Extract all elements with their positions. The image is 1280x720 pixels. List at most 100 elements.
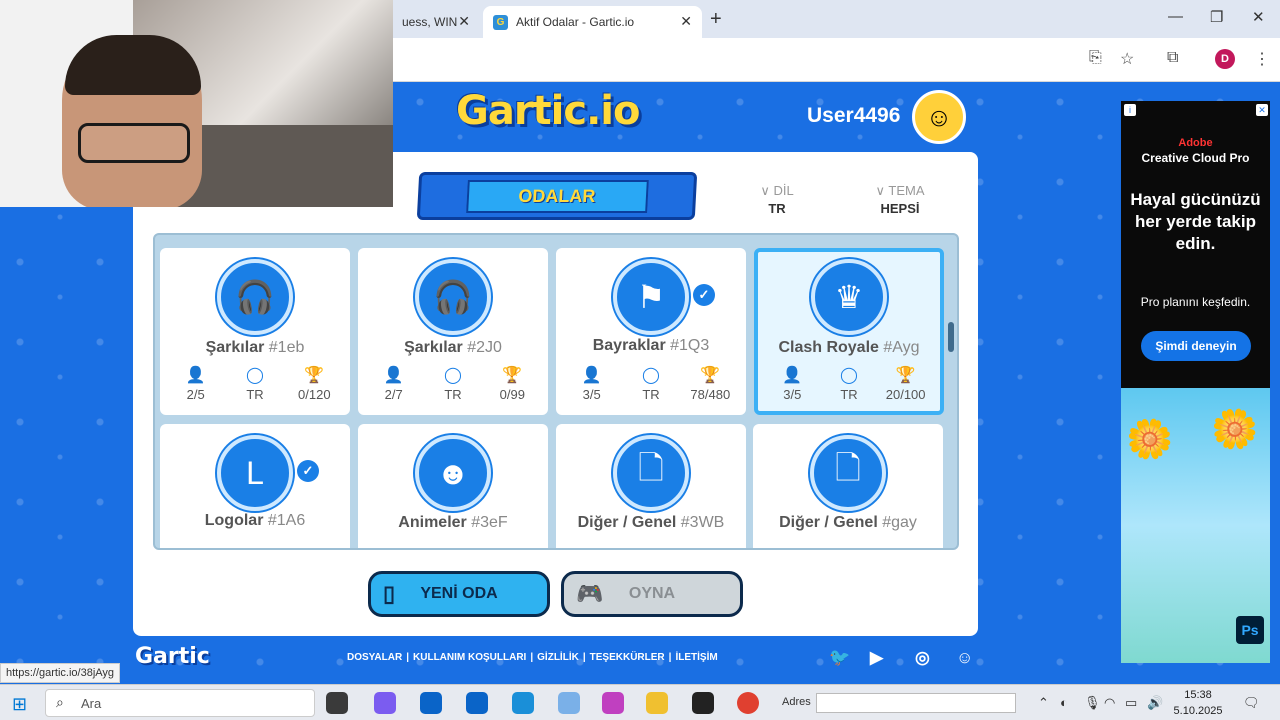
ad-cta-button[interactable]: Şimdi deneyin	[1141, 331, 1251, 361]
bookmark-star-icon[interactable]: ☆	[1120, 49, 1134, 69]
extensions-icon[interactable]: ⧉	[1167, 49, 1178, 67]
room-points: 0/120	[298, 387, 331, 402]
logo-icon: L	[217, 435, 293, 511]
room-name: Şarkılar	[404, 339, 463, 356]
app-icon[interactable]	[692, 692, 714, 714]
room-language: TR	[246, 387, 264, 402]
microphone-icon[interactable]: 🎙	[1084, 695, 1101, 711]
room-card[interactable]: 🗋 Diğer / Genel #gay	[753, 424, 943, 548]
battery-icon[interactable]: ▭	[1125, 695, 1137, 711]
network-icon[interactable]: ◐	[1060, 695, 1068, 710]
room-name: Bayraklar	[592, 337, 666, 354]
room-code: #3eF	[471, 514, 508, 531]
footer-link-thanks[interactable]: TEŞEKKÜRLER	[590, 652, 665, 663]
room-card-selected[interactable]: ♛ Clash Royale #Ayg 👤 3/5 ◯ TR 🏆 20/100	[754, 248, 944, 415]
file-explorer-icon[interactable]	[646, 692, 668, 714]
footer-logo[interactable]: Gartic	[135, 644, 210, 669]
room-card[interactable]: 🎧 Şarkılar #2J0 👤 2/7 ◯ TR 🏆 0/99	[358, 248, 548, 415]
new-document-icon: 🗋	[613, 435, 689, 511]
status-url: https://gartic.io/38jAyg	[0, 663, 121, 683]
search-icon: ⌕	[56, 694, 64, 710]
theme-value: HEPSİ	[880, 201, 920, 216]
gartic-logo[interactable]: Gartic.io	[456, 88, 640, 134]
outlook-icon[interactable]	[466, 692, 488, 714]
profile-avatar[interactable]: D	[1215, 49, 1235, 69]
room-code: #1Q3	[670, 337, 710, 354]
play-button[interactable]: 🎮 OYNA	[561, 571, 743, 617]
chrome-icon[interactable]	[737, 692, 759, 714]
ad-info-icon[interactable]: i	[1124, 104, 1136, 116]
room-code: #2J0	[467, 339, 502, 356]
task-view-icon[interactable]	[326, 692, 348, 714]
theme-filter[interactable]: ∨ TEMA HEPSİ	[870, 183, 930, 216]
wifi-icon[interactable]: ◠	[1104, 695, 1115, 711]
language-value: TR	[768, 201, 786, 216]
windows-start-icon[interactable]: ⊞	[12, 694, 27, 715]
anime-face-icon: ☻	[415, 435, 491, 511]
twitter-icon[interactable]: 🐦	[829, 648, 850, 668]
room-code: #gay	[882, 514, 917, 531]
install-app-icon[interactable]: ⎘	[1089, 49, 1102, 67]
discord-icon[interactable]: ☺	[956, 648, 973, 668]
footer-link-terms[interactable]: KULLANIM KOŞULLARI	[413, 652, 526, 663]
scrollbar-thumb[interactable]	[948, 322, 954, 352]
volume-icon[interactable]: 🔊	[1147, 695, 1163, 711]
language-icon: ◯	[246, 367, 264, 384]
players-icon: 👤	[383, 367, 404, 384]
app-icon[interactable]	[602, 692, 624, 714]
footer-link-contact[interactable]: İLETİŞİM	[675, 652, 717, 663]
language-icon: ◯	[840, 367, 858, 384]
players-icon: 👤	[782, 367, 803, 384]
trophy-icon: 🏆	[304, 367, 325, 384]
room-name: Clash Royale	[778, 339, 879, 356]
room-card[interactable]: 🎧 Şarkılar #1eb 👤 2/5 ◯ TR 🏆 0/120	[160, 248, 350, 415]
room-card[interactable]: ☻ Animeler #3eF	[358, 424, 548, 548]
room-name: Logolar	[204, 512, 264, 529]
close-tab-icon[interactable]: ✕	[458, 13, 470, 30]
close-window-icon[interactable]: ✕	[1252, 8, 1265, 26]
browser-tab[interactable]: uess, WIN ✕	[392, 6, 480, 38]
youtube-icon[interactable]: ▶	[870, 648, 883, 668]
user-avatar[interactable]: ☺	[912, 90, 966, 144]
advertisement[interactable]: i ✕ Adobe Creative Cloud Pro Hayal gücün…	[1121, 101, 1270, 663]
menu-icon[interactable]: ⋮	[1254, 49, 1270, 69]
store-icon[interactable]	[420, 692, 442, 714]
footer-link-files[interactable]: DOSYALAR	[347, 652, 402, 663]
address-toolbar-input[interactable]	[816, 693, 1016, 713]
clock-date: 5.10.2025	[1173, 705, 1223, 717]
new-document-icon: 🗋	[810, 435, 886, 511]
room-card[interactable]: 🗋 Diğer / Genel #3WB	[556, 424, 746, 548]
restore-icon[interactable]: ❐	[1210, 8, 1223, 26]
browser-tab-active[interactable]: G Aktif Odalar - Gartic.io ✕	[483, 6, 702, 38]
room-points: 20/100	[885, 387, 926, 402]
verified-icon: ✓	[693, 284, 715, 306]
room-language: TR	[642, 387, 660, 402]
ad-product: Creative Cloud Pro	[1141, 151, 1250, 165]
room-points: 0/99	[499, 387, 525, 402]
ad-close-icon[interactable]: ✕	[1256, 104, 1268, 116]
door-icon: ▯	[383, 581, 396, 606]
language-filter[interactable]: ∨ DİL TR	[758, 183, 796, 216]
ad-headline: Hayal gücünüzü her yerde takip edin.	[1130, 190, 1261, 253]
taskbar: ⊞ Ara ⌕ Adres ⌃ ◐ 🎙 ◠ ▭ 🔊 15:38 5.10.202…	[0, 684, 1280, 720]
footer-link-privacy[interactable]: GİZLİLİK	[537, 652, 579, 663]
clock[interactable]: 15:38 5.10.2025	[1168, 687, 1228, 719]
app-icon[interactable]	[558, 692, 580, 714]
gartic-favicon-icon: G	[493, 14, 508, 30]
tab-title: uess, WIN	[402, 15, 458, 29]
instagram-icon[interactable]: ◎	[915, 648, 930, 668]
minimize-icon[interactable]: —	[1168, 8, 1183, 25]
room-card[interactable]: L ✓ Logolar #1A6	[160, 424, 350, 548]
room-card[interactable]: ⚑ ✓ Bayraklar #1Q3 👤 3/5 ◯ TR 🏆 78/480	[556, 248, 746, 415]
chevron-up-icon[interactable]: ⌃	[1038, 695, 1049, 711]
room-language: TR	[444, 387, 462, 402]
close-tab-icon[interactable]: ✕	[680, 13, 692, 30]
new-room-button[interactable]: ▯ YENİ ODA	[368, 571, 550, 617]
sunflower-icon: 🌼	[1211, 409, 1259, 451]
new-tab-button[interactable]: +	[710, 8, 722, 31]
taskbar-search[interactable]: Ara	[45, 689, 315, 717]
notifications-icon[interactable]: 🗨	[1243, 695, 1260, 711]
copilot-icon[interactable]	[374, 692, 396, 714]
chevron-down-icon: ∨	[875, 183, 885, 198]
edge-icon[interactable]	[512, 692, 534, 714]
